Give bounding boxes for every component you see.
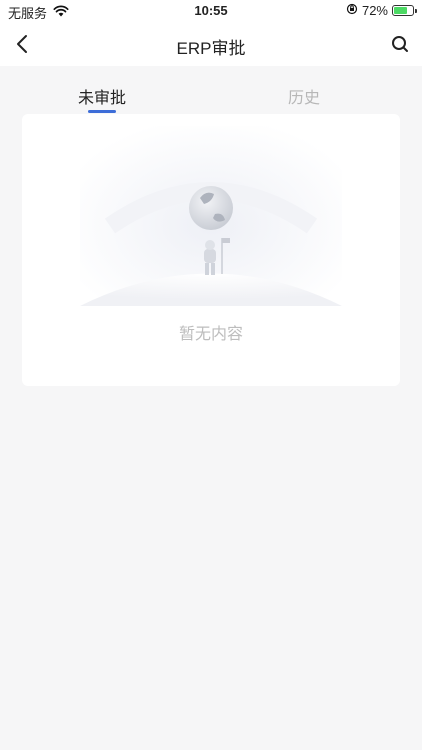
battery-percent: 72% [361,3,388,18]
status-right: 72% [346,3,417,18]
search-button[interactable] [388,32,412,56]
tab-pending[interactable]: 未审批 [42,84,162,108]
battery-icon [392,5,417,16]
tab-bar: 未审批 历史 [0,66,422,113]
search-icon [392,36,408,52]
content-card: 暂无内容 [22,114,400,386]
status-bar: 无服务 10:55 72% [0,0,422,22]
navigation-bar: ERP审批 [0,22,422,66]
orientation-lock-icon [346,3,358,18]
active-tab-indicator [88,110,116,113]
empty-state-illustration [80,126,342,306]
page-title: ERP审批 [176,39,246,58]
tab-history[interactable]: 历史 [244,84,364,108]
empty-state-text: 暂无内容 [178,326,243,343]
planet-icon [189,186,233,230]
